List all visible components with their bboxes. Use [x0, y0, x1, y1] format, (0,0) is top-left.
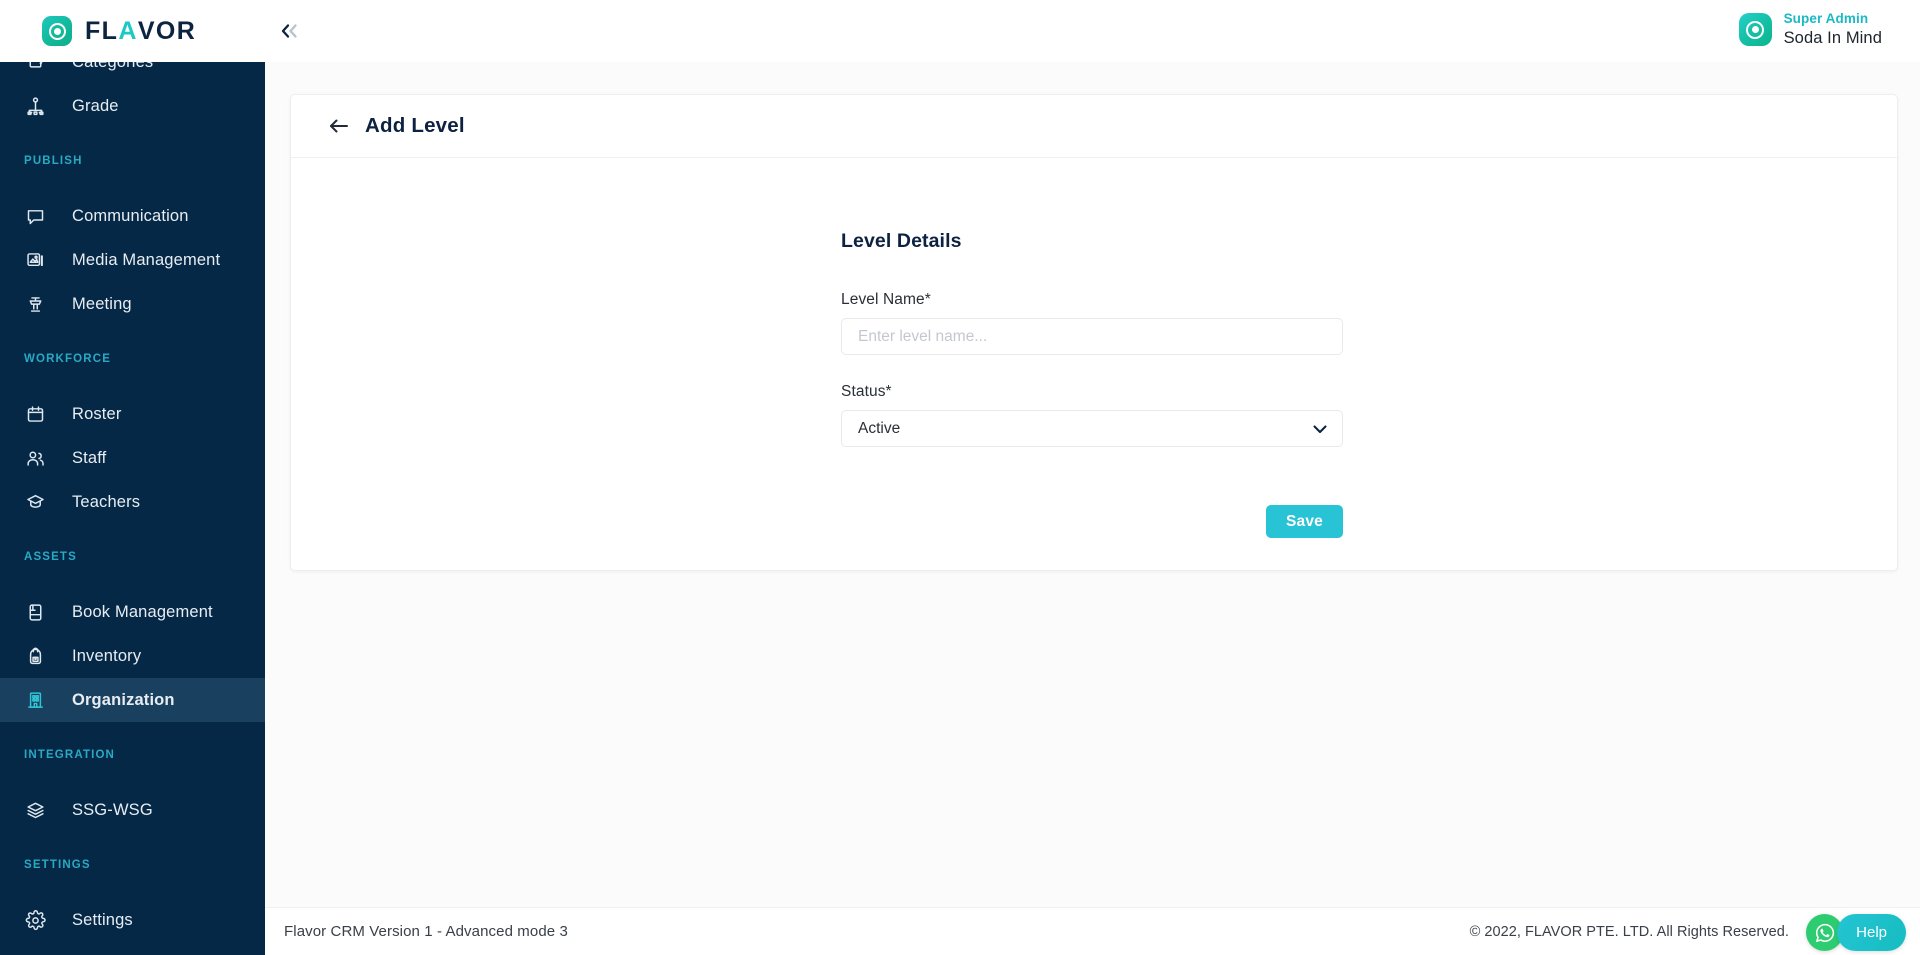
sidebar-item-staff[interactable]: Staff	[0, 436, 265, 480]
graduation-cap-icon	[24, 491, 46, 513]
sidebar-item-teachers[interactable]: Teachers	[0, 480, 265, 524]
sidebar-item-media-management[interactable]: Media Management	[0, 238, 265, 282]
profile-role: Super Admin	[1783, 11, 1869, 26]
backpack-icon	[24, 645, 46, 667]
sidebar-section-workforce: WORKFORCE	[24, 353, 112, 365]
status-label: Status*	[841, 383, 892, 400]
flavor-target-avatar-icon	[1738, 13, 1772, 47]
sidebar-item-grade[interactable]: Grade	[0, 84, 265, 128]
building-icon	[24, 689, 46, 711]
sidebar-item-label: Grade	[72, 96, 119, 115]
media-image-icon	[24, 249, 46, 271]
level-details-form: Level Details Level Name* Status* Active	[841, 230, 1343, 538]
main-content: Add Level Level Details Level Name* Stat…	[265, 62, 1920, 955]
add-level-card: Add Level Level Details Level Name* Stat…	[290, 94, 1898, 571]
sidebar-item-book-management[interactable]: Book Management	[0, 590, 265, 634]
brand-logo[interactable]: FL A VOR	[0, 16, 265, 46]
form-heading: Level Details	[841, 230, 962, 252]
sidebar-item-roster[interactable]: Roster	[0, 392, 265, 436]
footer-version: Flavor CRM Version 1 - Advanced mode 3	[284, 923, 568, 940]
level-name-input[interactable]	[841, 318, 1343, 355]
sidebar-item-label: Meeting	[72, 294, 132, 313]
sidebar-section-assets: ASSETS	[24, 551, 77, 563]
sidebar-item-label: Categories	[72, 62, 153, 72]
footer-bar: Flavor CRM Version 1 - Advanced mode 3 ©…	[265, 907, 1920, 955]
profile-name: Soda In Mind	[1783, 28, 1882, 47]
calendar-icon	[24, 403, 46, 425]
brand-wordmark-part1: FL	[85, 16, 119, 45]
double-chevron-left-icon[interactable]	[277, 18, 303, 44]
sidebar-item-label: Inventory	[72, 646, 142, 665]
sidebar-item-label: Communication	[72, 206, 189, 225]
brand-wordmark: FL A VOR	[85, 16, 197, 45]
sidebar-item-label: Book Management	[72, 602, 213, 621]
status-selected-value: Active	[858, 419, 901, 437]
card-body: Level Details Level Name* Status* Active	[291, 158, 1897, 570]
save-button[interactable]: Save	[1266, 505, 1343, 538]
brand-wordmark-part2: A	[118, 16, 138, 45]
grade-hierarchy-icon	[24, 95, 46, 117]
users-icon	[24, 447, 46, 469]
sidebar-section-publish: PUBLISH	[24, 155, 83, 167]
brand-wordmark-part3: VOR	[137, 16, 197, 45]
card-header: Add Level	[291, 95, 1897, 158]
sidebar-nav: Categories Grade PUBLISH Communication Media…	[0, 62, 265, 955]
top-bar: FL A VOR Super Admin Soda In Mind	[0, 0, 1920, 62]
sidebar-item-label: Organization	[72, 690, 175, 709]
sidebar-section-integration: INTEGRATION	[24, 749, 116, 761]
gear-icon	[24, 909, 46, 931]
status-select[interactable]: Active	[841, 410, 1343, 447]
flavor-target-logo-icon	[42, 16, 72, 46]
layers-icon	[24, 799, 46, 821]
sidebar-item-label: SSG-WSG	[72, 800, 153, 819]
book-icon	[24, 601, 46, 623]
profile-menu[interactable]: Super Admin Soda In Mind	[1738, 11, 1882, 49]
sidebar-item-meeting[interactable]: Meeting	[0, 282, 265, 326]
sidebar-item-organization[interactable]: Organization	[0, 678, 265, 722]
page-title: Add Level	[365, 114, 465, 137]
level-name-label: Level Name*	[841, 291, 931, 308]
sidebar-section-settings: SETTINGS	[24, 859, 91, 871]
chat-bubble-icon	[24, 205, 46, 227]
categories-stack-icon	[24, 62, 46, 73]
help-button[interactable]: Help	[1837, 914, 1906, 951]
sidebar-item-settings[interactable]: Settings	[0, 898, 265, 942]
sidebar-item-label: Staff	[72, 448, 107, 467]
footer-copyright: © 2022, FLAVOR PTE. LTD. All Rights Rese…	[1469, 923, 1789, 940]
sidebar-item-label: Roster	[72, 404, 122, 423]
sidebar-item-communication[interactable]: Communication	[0, 194, 265, 238]
sidebar-item-inventory[interactable]: Inventory	[0, 634, 265, 678]
sidebar-item-categories[interactable]: Categories	[0, 62, 265, 84]
arrow-left-icon[interactable]	[328, 117, 349, 135]
podium-icon	[24, 293, 46, 315]
sidebar-item-label: Media Management	[72, 250, 221, 269]
sidebar-item-label: Teachers	[72, 492, 141, 511]
sidebar-item-ssg-wsg[interactable]: SSG-WSG	[0, 788, 265, 832]
sidebar-item-label: Settings	[72, 910, 133, 929]
